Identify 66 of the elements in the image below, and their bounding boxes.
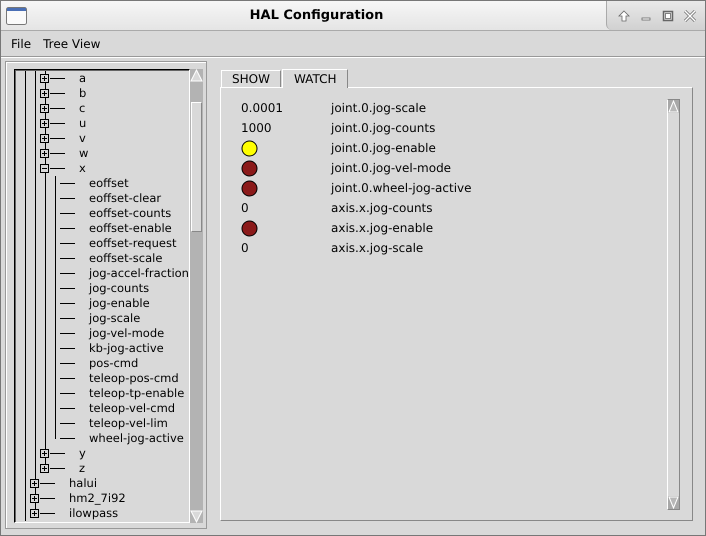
tree-item[interactable]: x	[79, 161, 86, 176]
expand-icon[interactable]	[40, 119, 49, 128]
window-icon[interactable]	[6, 6, 27, 24]
scroll-thumb[interactable]	[191, 102, 202, 232]
expand-icon[interactable]	[40, 449, 49, 458]
expand-icon[interactable]	[40, 464, 49, 473]
expand-icon[interactable]	[40, 89, 49, 98]
pin-value: 0	[241, 201, 249, 215]
tree-item[interactable]: teleop-tp-enable	[89, 386, 184, 401]
tree-item[interactable]: jog-accel-fraction	[89, 266, 189, 281]
tree-item[interactable]: jog-counts	[89, 281, 150, 296]
pin-value: 1000	[241, 121, 272, 135]
tree-item[interactable]: eoffset-request	[89, 236, 176, 251]
pin-name: joint.0.jog-scale	[331, 101, 426, 115]
tree-item[interactable]: c	[79, 101, 86, 116]
pin-name: axis.x.jog-counts	[331, 201, 433, 215]
tree-view[interactable]	[14, 69, 190, 523]
tree-item[interactable]: u	[79, 116, 86, 131]
up-arrow-icon[interactable]	[617, 8, 631, 22]
tree-item[interactable]: halui	[69, 476, 98, 491]
expand-icon[interactable]	[40, 104, 49, 113]
tree-item[interactable]: hm2_7i92	[69, 491, 126, 506]
pin-name: joint.0.jog-enable	[331, 141, 436, 155]
expand-icon[interactable]	[40, 74, 49, 83]
tree-item[interactable]: b	[79, 86, 86, 101]
pin-value: 0	[241, 241, 249, 255]
tree-item[interactable]: w	[79, 146, 88, 161]
tree-item[interactable]: teleop-vel-cmd	[89, 401, 176, 416]
tree-item[interactable]: eoffset-enable	[89, 221, 172, 236]
pin-name: axis.x.jog-enable	[331, 221, 434, 235]
pin-name: axis.x.jog-scale	[331, 241, 424, 255]
tree-item[interactable]: kb-jog-active	[89, 341, 164, 356]
pin-value: 0.0001	[241, 101, 283, 115]
expand-icon[interactable]	[30, 479, 39, 488]
scrollbar[interactable]	[190, 69, 203, 523]
tab[interactable]: WATCH	[282, 69, 348, 88]
pin-name: joint.0.jog-counts	[331, 121, 436, 135]
tree-item[interactable]: z	[79, 461, 86, 476]
tree-item[interactable]: pos-cmd	[89, 356, 138, 371]
expand-icon[interactable]	[40, 149, 49, 158]
pin-name: joint.0.wheel-jog-active	[331, 181, 472, 195]
collapse-icon[interactable]	[40, 164, 49, 173]
tree-item[interactable]: teleop-vel-lim	[89, 416, 168, 431]
expand-icon[interactable]	[30, 509, 39, 518]
tree-item[interactable]: ilowpass	[69, 506, 118, 521]
expand-icon[interactable]	[40, 134, 49, 143]
tab[interactable]: SHOW	[221, 70, 281, 87]
tree-item[interactable]: wheel-jog-active	[89, 431, 184, 446]
tree-item[interactable]: jog-scale	[89, 311, 140, 326]
tree-item[interactable]: eoffset-scale	[89, 251, 162, 266]
tree-item[interactable]: a	[79, 71, 86, 86]
tree-item[interactable]: y	[79, 446, 86, 461]
menu-item[interactable]: File	[5, 36, 38, 50]
pin-name: joint.0.jog-vel-mode	[331, 161, 452, 175]
tree-item[interactable]: eoffset-clear	[89, 191, 162, 206]
maximize-icon[interactable]	[661, 8, 675, 22]
tree-item[interactable]: eoffset	[89, 176, 129, 191]
window-title: HAL Configuration	[248, 8, 384, 23]
close-icon[interactable]	[683, 8, 697, 22]
expand-icon[interactable]	[30, 494, 39, 503]
tree-item[interactable]: v	[79, 131, 86, 146]
tree-item[interactable]: teleop-pos-cmd	[89, 371, 179, 386]
tree-item[interactable]: jog-enable	[89, 296, 150, 311]
tree-item[interactable]: jog-vel-mode	[89, 326, 164, 341]
tree-item[interactable]: eoffset-counts	[89, 206, 172, 221]
menu-item[interactable]: Tree View	[37, 36, 106, 50]
